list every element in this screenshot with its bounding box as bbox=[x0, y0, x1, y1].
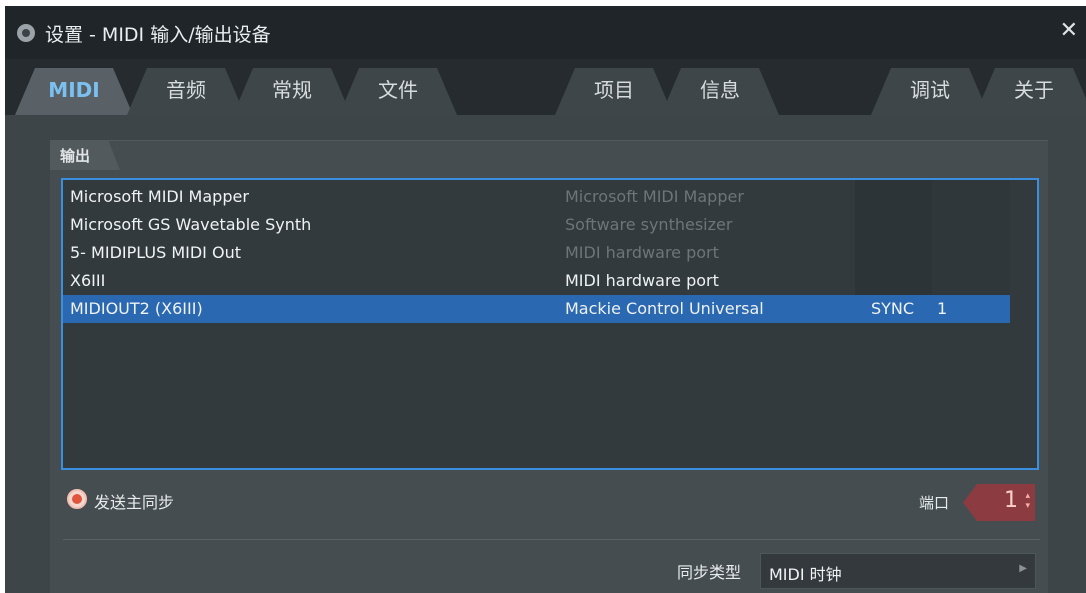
device-row-selected[interactable]: MIDIOUT2 (X6III) Mackie Control Universa… bbox=[63, 295, 1010, 323]
sync-type-value: MIDI 时钟 bbox=[769, 565, 842, 584]
tab-project[interactable]: 项目 bbox=[555, 68, 673, 115]
device-row[interactable]: Microsoft MIDI Mapper Microsoft MIDI Map… bbox=[63, 183, 1010, 211]
tab-general[interactable]: 常规 bbox=[233, 68, 351, 115]
device-type: Microsoft MIDI Mapper bbox=[565, 187, 744, 206]
port-stepper[interactable]: 1 ▴ ▾ bbox=[963, 484, 1035, 521]
settings-window: 设置 - MIDI 输入/输出设备 ✕ MIDI 音频 常规 文件 项目 信息 … bbox=[5, 6, 1086, 593]
device-port: 1 bbox=[937, 299, 948, 318]
port-label: 端口 bbox=[919, 494, 950, 512]
tab-info[interactable]: 信息 bbox=[661, 68, 779, 115]
sync-type-label: 同步类型 bbox=[677, 563, 742, 582]
window-title: 设置 - MIDI 输入/输出设备 bbox=[45, 24, 271, 46]
title-bar: 设置 - MIDI 输入/输出设备 ✕ bbox=[5, 6, 1086, 59]
tab-audio[interactable]: 音频 bbox=[127, 68, 245, 115]
send-master-sync-label: 发送主同步 bbox=[94, 493, 175, 512]
device-name: MIDIOUT2 (X6III) bbox=[70, 299, 203, 318]
port-value: 1 bbox=[1004, 488, 1018, 513]
device-name: Microsoft MIDI Mapper bbox=[70, 187, 249, 206]
device-row[interactable]: 5- MIDIPLUS MIDI Out MIDI hardware port bbox=[63, 239, 1010, 267]
device-sync: SYNC bbox=[871, 299, 915, 318]
device-name: 5- MIDIPLUS MIDI Out bbox=[70, 243, 241, 262]
close-icon[interactable]: ✕ bbox=[1060, 18, 1078, 43]
device-name: Microsoft GS Wavetable Synth bbox=[70, 215, 312, 234]
device-type: Software synthesizer bbox=[565, 215, 733, 234]
sync-type-select[interactable]: MIDI 时钟 ▶ bbox=[760, 553, 1036, 589]
tab-file[interactable]: 文件 bbox=[339, 68, 457, 115]
send-master-sync-radio[interactable] bbox=[67, 489, 87, 509]
output-device-list[interactable]: Microsoft MIDI Mapper Microsoft MIDI Map… bbox=[61, 178, 1039, 470]
device-row[interactable]: X6III MIDI hardware port bbox=[63, 267, 1010, 295]
device-name: X6III bbox=[70, 271, 106, 290]
device-type: Mackie Control Universal bbox=[565, 299, 764, 318]
device-row[interactable]: Microsoft GS Wavetable Synth Software sy… bbox=[63, 211, 1010, 239]
divider bbox=[63, 539, 1040, 540]
output-section-label: 输出 bbox=[50, 140, 120, 170]
dropdown-arrow-icon: ▶ bbox=[1019, 563, 1027, 574]
tab-midi[interactable]: MIDI bbox=[15, 68, 133, 115]
tab-debug[interactable]: 调试 bbox=[871, 68, 989, 115]
device-type: MIDI hardware port bbox=[565, 243, 719, 262]
tab-content: 输出 Microsoft MIDI Mapper Microsoft MIDI … bbox=[5, 115, 1086, 593]
device-type: MIDI hardware port bbox=[565, 271, 719, 290]
tab-about[interactable]: 关于 bbox=[975, 68, 1086, 115]
midi-plug-icon bbox=[17, 24, 35, 42]
tab-strip: MIDI 音频 常规 文件 项目 信息 调试 关于 bbox=[5, 59, 1086, 115]
stepper-arrows-icon: ▴ ▾ bbox=[1025, 491, 1030, 511]
